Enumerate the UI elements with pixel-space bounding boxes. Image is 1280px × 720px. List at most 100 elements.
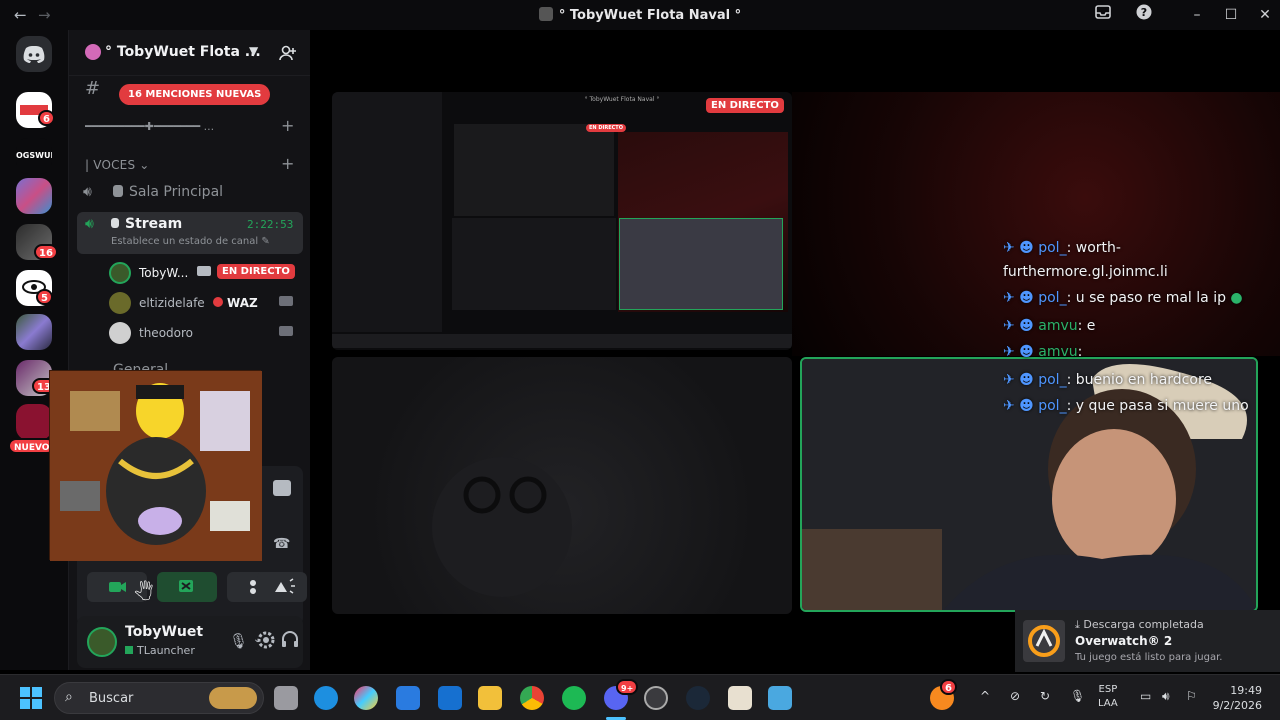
server-icon-4[interactable] bbox=[16, 314, 52, 350]
minimize-button[interactable]: – bbox=[1186, 4, 1208, 26]
maximize-button[interactable]: ☐ bbox=[1220, 4, 1242, 26]
server-icon-ogswuet[interactable]: OGSWUET bbox=[16, 138, 52, 174]
participant-name: TobyW... bbox=[139, 266, 189, 280]
divider-channel[interactable]: ━━━━━━━━━✚━━━━━━━ ... bbox=[85, 120, 271, 133]
avatar bbox=[109, 292, 131, 314]
help-icon[interactable]: ? bbox=[1133, 4, 1155, 26]
outlook-icon[interactable] bbox=[438, 686, 462, 710]
app-icon-2[interactable] bbox=[768, 686, 792, 710]
screen-icon[interactable] bbox=[273, 480, 291, 496]
channel-status-text[interactable]: Establece un estado de canal ✎ bbox=[111, 236, 270, 247]
soundboard-button[interactable] bbox=[257, 572, 307, 602]
screen-share-tile[interactable]: ° TobyWuet Flota Naval ° EN DIRECTO EN D… bbox=[332, 92, 792, 350]
add-friend-icon[interactable] bbox=[279, 44, 297, 66]
camera-tile-dark[interactable] bbox=[332, 357, 792, 614]
microphone-icon[interactable]: 🎙︎ bbox=[229, 632, 248, 650]
obs-icon[interactable] bbox=[644, 686, 668, 710]
guild-header[interactable]: ° TobyWuet Flota ... ▼ bbox=[69, 30, 311, 76]
download-toast[interactable]: ⤓ Descarga completada Overwatch® 2 Tu ju… bbox=[1015, 610, 1280, 672]
inbox-icon[interactable] bbox=[1092, 4, 1114, 26]
chat-line: ✈︎ ☻ pol_: worth- bbox=[1003, 240, 1121, 256]
steam-icon[interactable] bbox=[686, 686, 710, 710]
nested-sidebar bbox=[332, 92, 442, 332]
nested-tile-cam bbox=[619, 218, 783, 310]
voice-channel-sala-principal[interactable]: Sala Principal bbox=[113, 184, 223, 200]
speaker-icon: 🔊︎ bbox=[83, 184, 92, 200]
toast-header: ⤓ Descarga completada bbox=[1075, 618, 1204, 631]
chat-line: ✈︎ ☻ amvu: bbox=[1003, 344, 1083, 360]
headphones-icon[interactable] bbox=[281, 630, 299, 652]
nested-screen bbox=[454, 124, 614, 216]
spotify-icon[interactable] bbox=[562, 686, 586, 710]
voice-channel-stream[interactable]: 🔊︎ Stream 2:22:53 Establece un estado de… bbox=[77, 212, 303, 254]
settings-gear-icon[interactable] bbox=[256, 630, 276, 654]
discord-badge: 9+ bbox=[616, 679, 639, 695]
participant-row[interactable]: TobyW... EN DIRECTO bbox=[109, 262, 299, 286]
copilot-icon[interactable] bbox=[354, 686, 378, 710]
voice-section-header[interactable]: | VOCES ⌄ bbox=[85, 158, 150, 172]
microphone-tray-icon[interactable]: 🎙︎ bbox=[1070, 689, 1085, 703]
task-view-icon[interactable] bbox=[274, 686, 298, 710]
nested-live-badge: EN DIRECTO bbox=[586, 124, 626, 132]
username[interactable]: TobyWuet bbox=[125, 624, 203, 640]
camera-icon bbox=[197, 266, 211, 276]
chevron-down-icon[interactable]: ▼ bbox=[249, 44, 258, 58]
channel-sidebar: ° TobyWuet Flota ... ▼ # 16 MENCIONES NU… bbox=[49, 30, 311, 670]
discord-home-icon[interactable] bbox=[16, 36, 52, 72]
call-timer: 2:22:53 bbox=[247, 218, 294, 231]
participant-name: eltizidelafe bbox=[139, 296, 205, 310]
taskbar-search[interactable]: ⌕ Buscar bbox=[54, 682, 264, 714]
camera-background bbox=[792, 92, 1280, 356]
chat-line: furthermore.gl.joinmc.li bbox=[1003, 264, 1168, 280]
popout-video-overlay[interactable] bbox=[49, 370, 262, 561]
battery-icon[interactable]: ⚐ bbox=[1186, 689, 1197, 703]
guild-name: ° TobyWuet Flota ... bbox=[105, 44, 261, 60]
refresh-icon[interactable]: ↻ bbox=[1040, 689, 1050, 703]
language-indicator[interactable]: ESP LAA bbox=[1098, 683, 1118, 711]
overwatch-icon bbox=[1023, 620, 1065, 662]
toast-body: Tu juego está listo para jugar. bbox=[1075, 652, 1223, 663]
user-avatar[interactable] bbox=[87, 627, 117, 657]
chevron-up-icon[interactable]: ^ bbox=[980, 689, 990, 703]
live-badge: EN DIRECTO bbox=[217, 264, 295, 279]
clock[interactable]: 19:49 9/2/2026 bbox=[1212, 683, 1262, 713]
server-icon-2[interactable] bbox=[16, 178, 52, 214]
close-button[interactable]: ✕ bbox=[1254, 4, 1276, 26]
search-placeholder: Buscar bbox=[89, 691, 134, 706]
tray-badge: 6 bbox=[940, 679, 957, 695]
avatar bbox=[109, 262, 131, 284]
volume-icon[interactable]: 🔊︎ bbox=[1162, 689, 1170, 704]
stop-stream-button[interactable] bbox=[157, 572, 217, 602]
search-highlight-icon bbox=[209, 687, 257, 709]
window-title: ° TobyWuet Flota Naval ° bbox=[0, 7, 1280, 23]
participant-tag: WAZ bbox=[213, 296, 258, 310]
add-channel-icon[interactable]: + bbox=[281, 154, 294, 173]
live-badge: EN DIRECTO bbox=[706, 98, 784, 113]
speaker-active-icon: 🔊︎ bbox=[85, 216, 94, 232]
tray-icon[interactable]: ⊘ bbox=[1010, 689, 1020, 703]
plus-icon[interactable]: + bbox=[281, 116, 294, 135]
disconnect-icon[interactable]: ☎ bbox=[273, 536, 290, 552]
camera-tile-speaking[interactable] bbox=[800, 357, 1258, 612]
nested-tile-dark bbox=[452, 218, 616, 310]
participant-row[interactable]: theodoro bbox=[109, 322, 299, 346]
windows-start-icon[interactable] bbox=[20, 687, 42, 713]
participant-row[interactable]: eltizidelafe WAZ bbox=[109, 292, 299, 316]
camera-icon bbox=[279, 326, 293, 336]
store-icon[interactable] bbox=[396, 686, 420, 710]
server-rail: 6 OGSWUET 16 5 13 NUEVO bbox=[0, 30, 68, 670]
server-icon-6[interactable] bbox=[16, 404, 52, 440]
chrome-icon[interactable] bbox=[520, 686, 544, 710]
network-icon[interactable]: ▭ bbox=[1140, 689, 1151, 703]
chat-line: ✈︎ ☻ pol_: u se paso re mal la ip ● bbox=[1003, 290, 1243, 306]
svg-text:?: ? bbox=[1141, 6, 1147, 19]
mentions-pill[interactable]: 16 MENCIONES NUEVAS bbox=[119, 84, 271, 105]
stream-channel-name: Stream bbox=[111, 216, 182, 232]
edge-icon[interactable] bbox=[314, 686, 338, 710]
app-icon[interactable] bbox=[728, 686, 752, 710]
hash-icon: # bbox=[85, 78, 101, 99]
file-explorer-icon[interactable] bbox=[478, 686, 502, 710]
server-icon bbox=[538, 7, 553, 21]
camera-icon bbox=[279, 296, 293, 306]
guild-boost-icon bbox=[85, 44, 101, 60]
